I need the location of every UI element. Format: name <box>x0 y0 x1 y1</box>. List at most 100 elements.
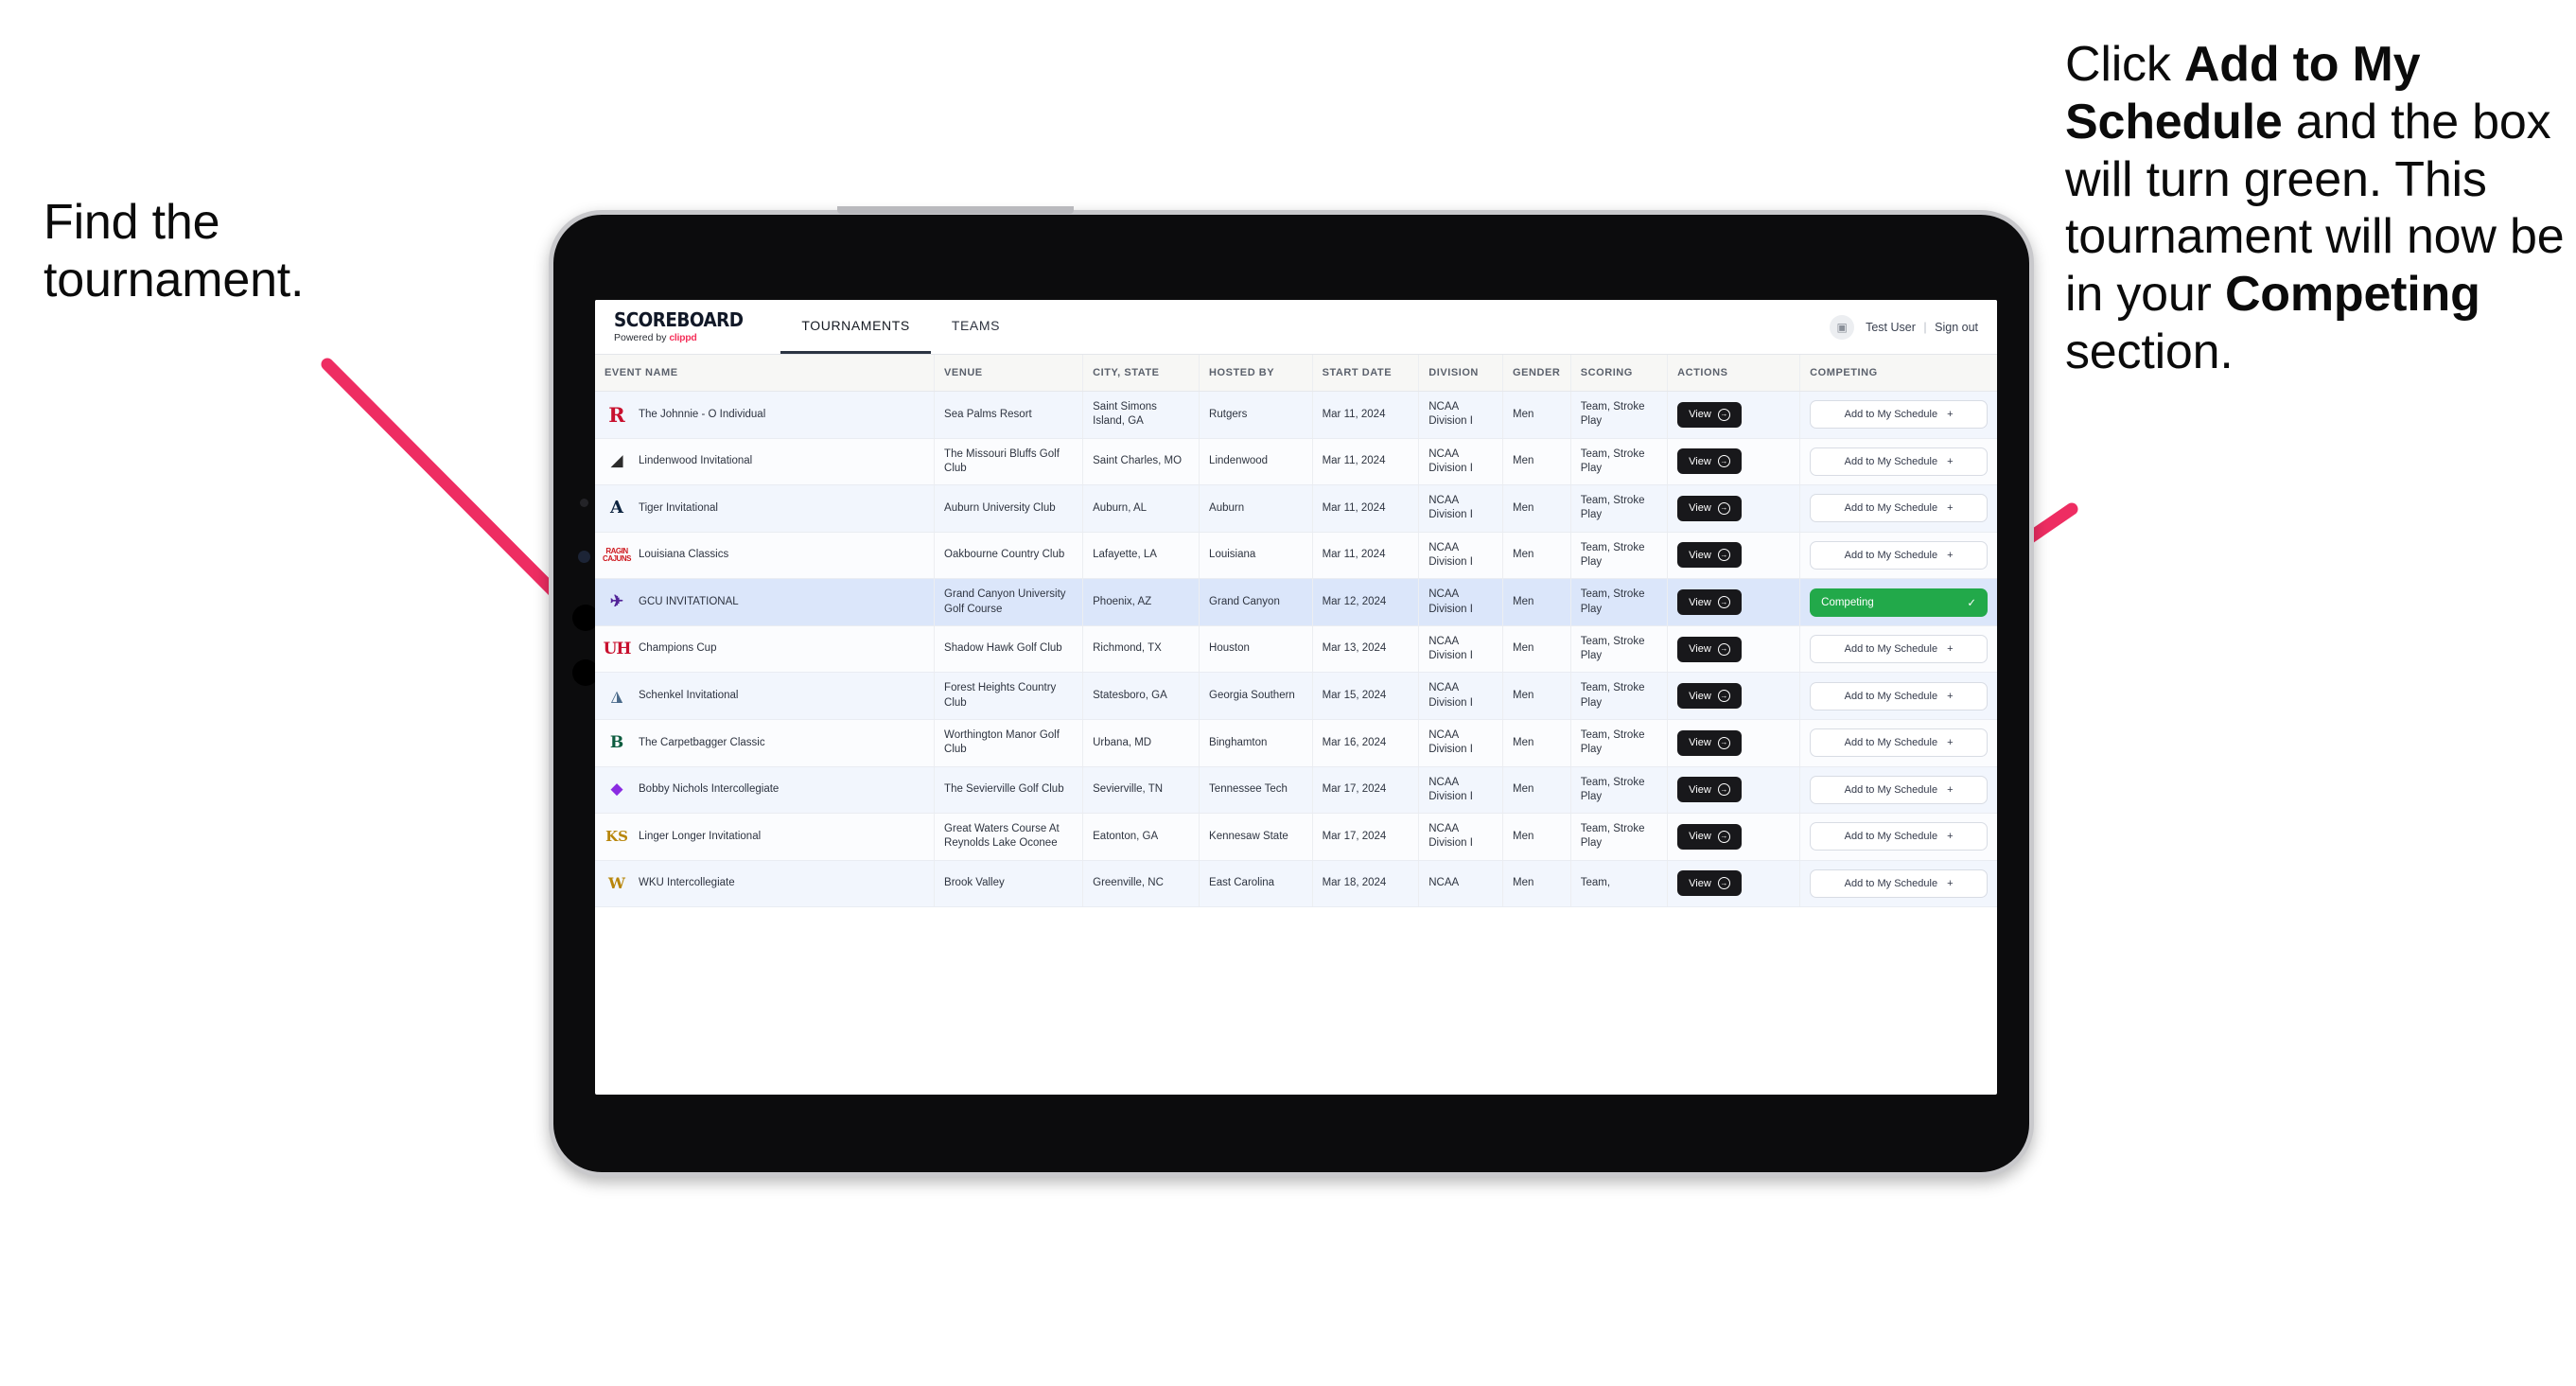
view-button[interactable]: View → <box>1677 495 1742 521</box>
add-to-my-schedule-button[interactable]: Add to My Schedule + <box>1810 775 1988 804</box>
view-label: View <box>1689 877 1711 889</box>
cell-venue: Shadow Hawk Golf Club <box>934 625 1084 674</box>
table-row[interactable]: KS Linger Longer Invitational Great Wate… <box>595 813 1997 861</box>
event-cell: KS Linger Longer Invitational <box>605 824 924 849</box>
brand-title: SCOREBOARD <box>614 308 744 332</box>
cell-actions: View → <box>1667 484 1801 533</box>
cell-date: Mar 17, 2024 <box>1312 766 1420 815</box>
col-division[interactable]: DIVISION <box>1418 355 1504 392</box>
arrow-right-circle-icon: → <box>1717 642 1730 656</box>
table-row[interactable]: A Tiger Invitational Auburn University C… <box>595 484 1997 533</box>
view-button[interactable]: View → <box>1677 729 1742 756</box>
brand-logo[interactable]: SCOREBOARD Powered by clippd <box>595 300 771 354</box>
annotation-left: Find the tournament. <box>44 195 305 307</box>
cell-venue: Brook Valley <box>934 860 1084 907</box>
view-button[interactable]: View → <box>1677 683 1742 710</box>
cell-actions: View → <box>1667 438 1801 486</box>
event-name: GCU INVITATIONAL <box>639 595 739 607</box>
cell-scoring: Team, Stroke Play <box>1570 813 1669 861</box>
cell-scoring: Team, Stroke Play <box>1570 719 1669 767</box>
cell-date: Mar 11, 2024 <box>1312 484 1420 533</box>
event-name: Schenkel Invitational <box>639 690 739 702</box>
add-to-my-schedule-button[interactable]: Add to My Schedule + <box>1810 728 1988 758</box>
add-to-my-schedule-label: Add to My Schedule <box>1844 690 1938 702</box>
add-to-my-schedule-button[interactable]: Add to My Schedule + <box>1810 822 1988 851</box>
col-start-date[interactable]: START DATE <box>1312 355 1420 392</box>
plus-icon: + <box>1947 877 1954 889</box>
view-button[interactable]: View → <box>1677 589 1742 616</box>
competing-button[interactable]: Competing ✓ <box>1810 588 1988 617</box>
cell-event-name: ◮ Schenkel Invitational <box>595 672 936 720</box>
table-row[interactable]: UH Champions Cup Shadow Hawk Golf Club R… <box>595 625 1997 674</box>
view-button[interactable]: View → <box>1677 448 1742 475</box>
add-to-my-schedule-button[interactable]: Add to My Schedule + <box>1810 868 1988 898</box>
add-to-my-schedule-label: Add to My Schedule <box>1844 409 1938 421</box>
arrow-right-circle-icon: → <box>1717 877 1730 890</box>
table-row-partial[interactable]: W WKU Intercollegiate Brook Valley Green… <box>595 860 1997 907</box>
cell-scoring: Team, Stroke Play <box>1570 625 1669 674</box>
cell-event-name: ◆ Bobby Nichols Intercollegiate <box>595 766 936 815</box>
cell-event-name: A Tiger Invitational <box>595 484 936 533</box>
cell-host: Georgia Southern <box>1199 672 1313 720</box>
view-button[interactable]: View → <box>1677 777 1742 803</box>
add-to-my-schedule-label: Add to My Schedule <box>1844 643 1938 656</box>
cell-competing: Add to My Schedule + <box>1799 813 1997 861</box>
col-scoring[interactable]: SCORING <box>1570 355 1669 392</box>
view-button[interactable]: View → <box>1677 823 1742 850</box>
table-row[interactable]: ◆ Bobby Nichols Intercollegiate The Sevi… <box>595 766 1997 815</box>
user-avatar-icon[interactable]: ▣ <box>1830 314 1855 340</box>
table-row[interactable]: R The Johnnie - O Individual Sea Palms R… <box>595 391 1997 439</box>
view-label: View <box>1689 409 1711 421</box>
tab-teams[interactable]: TEAMS <box>931 300 1021 354</box>
cell-scoring: Team, <box>1570 860 1669 907</box>
cell-division: NCAA Division I <box>1418 625 1504 674</box>
plus-icon: + <box>1947 831 1954 843</box>
table-row[interactable]: B The Carpetbagger Classic Worthington M… <box>595 719 1997 767</box>
event-cell: W WKU Intercollegiate <box>605 871 924 896</box>
add-to-my-schedule-button[interactable]: Add to My Schedule + <box>1810 494 1988 523</box>
cell-city: Greenville, NC <box>1082 860 1200 907</box>
sign-out-link[interactable]: Sign out <box>1935 321 1978 334</box>
add-to-my-schedule-button[interactable]: Add to My Schedule + <box>1810 681 1988 711</box>
cell-date: Mar 17, 2024 <box>1312 813 1420 861</box>
cell-gender: Men <box>1502 860 1571 907</box>
view-button[interactable]: View → <box>1677 542 1742 569</box>
front-camera-icon <box>580 499 588 507</box>
col-gender[interactable]: GENDER <box>1502 355 1571 392</box>
table-row[interactable]: ◮ Schenkel Invitational Forest Heights C… <box>595 672 1997 720</box>
view-button[interactable]: View → <box>1677 401 1742 428</box>
table-row[interactable]: RAGIN CAJUNS Louisiana Classics Oakbourn… <box>595 532 1997 580</box>
col-venue[interactable]: VENUE <box>934 355 1084 392</box>
cell-division: NCAA Division I <box>1418 719 1504 767</box>
cell-gender: Men <box>1502 625 1571 674</box>
arrow-right-circle-icon: → <box>1717 690 1730 703</box>
cell-division: NCAA Division I <box>1418 484 1504 533</box>
arrow-right-circle-icon: → <box>1717 596 1730 609</box>
cell-event-name: UH Champions Cup <box>595 625 936 674</box>
add-to-my-schedule-button[interactable]: Add to My Schedule + <box>1810 447 1988 476</box>
add-to-my-schedule-button[interactable]: Add to My Schedule + <box>1810 635 1988 664</box>
app-screen: SCOREBOARD Powered by clippd TOURNAMENTS… <box>595 300 1997 1095</box>
add-to-my-schedule-button[interactable]: Add to My Schedule + <box>1810 540 1988 570</box>
tab-tournaments[interactable]: TOURNAMENTS <box>780 300 931 354</box>
event-name: The Johnnie - O Individual <box>639 408 766 420</box>
plus-icon: + <box>1947 455 1954 467</box>
col-hosted-by[interactable]: HOSTED BY <box>1199 355 1313 392</box>
view-button[interactable]: View → <box>1677 870 1742 897</box>
add-to-my-schedule-label: Add to My Schedule <box>1844 783 1938 796</box>
plus-icon: + <box>1947 502 1954 515</box>
add-to-my-schedule-button[interactable]: Add to My Schedule + <box>1810 400 1988 430</box>
team-logo-icon: B <box>609 732 624 752</box>
col-event-name[interactable]: EVENT NAME <box>595 355 936 392</box>
add-to-my-schedule-label: Add to My Schedule <box>1844 831 1938 843</box>
team-logo-icon: ✈ <box>609 592 624 612</box>
cell-event-name: W WKU Intercollegiate <box>595 860 936 907</box>
team-logo-icon: W <box>608 873 625 892</box>
col-city-state[interactable]: CITY, STATE <box>1082 355 1200 392</box>
cell-date: Mar 11, 2024 <box>1312 532 1420 580</box>
table-row[interactable]: ✈ GCU INVITATIONAL Grand Canyon Universi… <box>595 578 1997 626</box>
view-button[interactable]: View → <box>1677 636 1742 662</box>
event-cell: RAGIN CAJUNS Louisiana Classics <box>603 543 924 568</box>
table-row[interactable]: ◢ Lindenwood Invitational The Missouri B… <box>595 438 1997 486</box>
plus-icon: + <box>1947 737 1954 749</box>
